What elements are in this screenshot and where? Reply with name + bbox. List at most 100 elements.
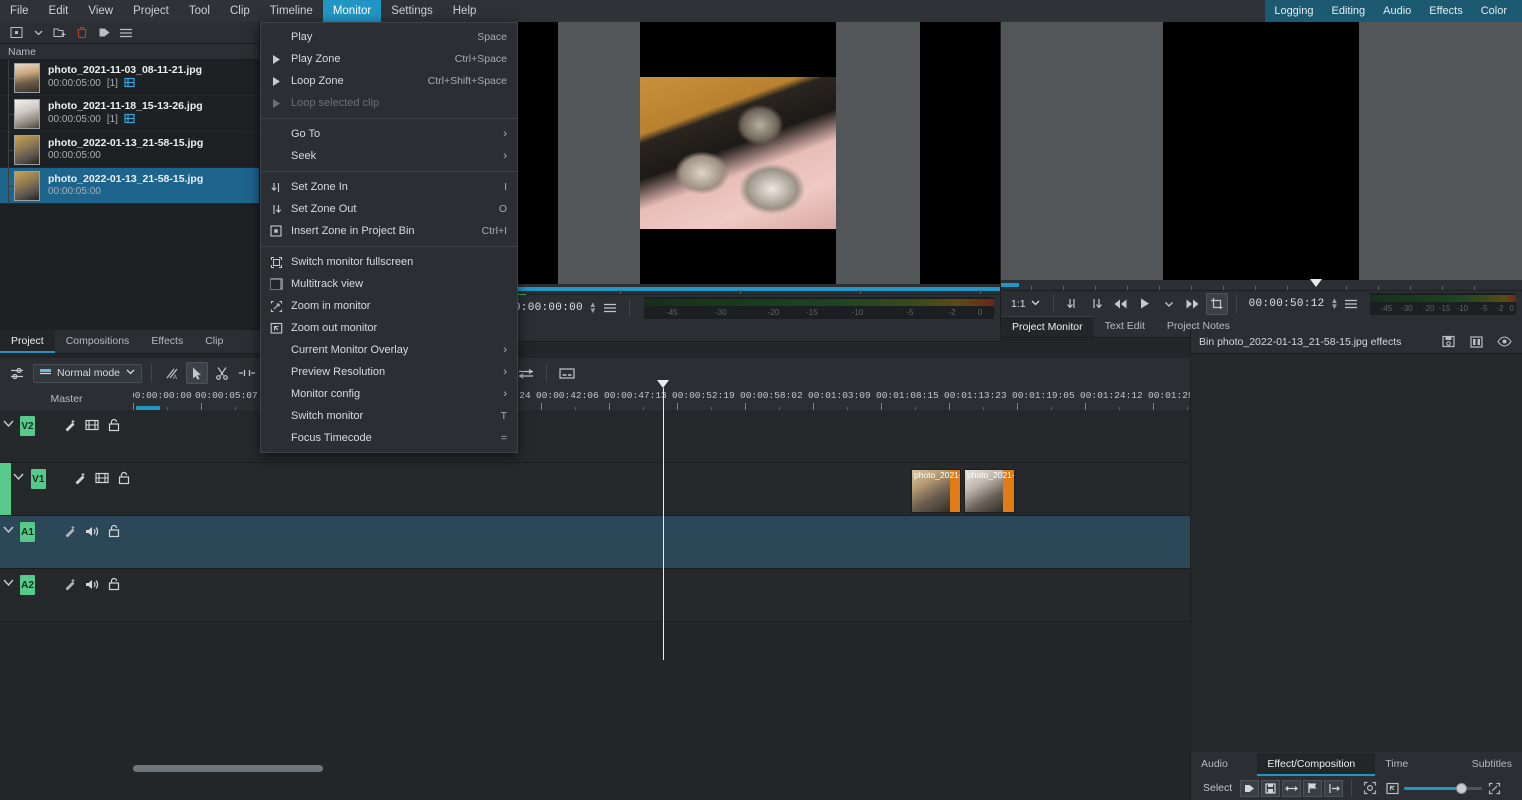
slider-knob[interactable]	[1455, 782, 1467, 794]
list-item[interactable]: photo_2021-11-03_08-11-21.jpg 00:00:05:0…	[0, 60, 259, 96]
timeline-track[interactable]: V1 photo_2021- photo_2021-	[0, 463, 1190, 516]
tab-project-monitor[interactable]: Project Monitor	[1001, 316, 1094, 337]
monitor-playhead[interactable]	[1310, 279, 1322, 287]
expand-icon[interactable]	[1484, 779, 1504, 797]
flag-icon[interactable]	[1303, 779, 1323, 797]
timeline-playhead[interactable]	[657, 380, 669, 660]
effects-stack-body[interactable]	[1191, 354, 1522, 752]
tag-icon[interactable]	[1240, 779, 1260, 797]
menu-icon[interactable]	[116, 24, 136, 42]
menu-item-multitrack-view[interactable]: Multitrack view	[261, 273, 517, 295]
rewind-icon[interactable]	[1110, 293, 1132, 315]
timeline-clip[interactable]: photo_2021-	[964, 469, 1015, 513]
tab-compositions[interactable]: Compositions	[55, 330, 141, 353]
timecode-stepper[interactable]: ▲ ▼	[1331, 297, 1339, 311]
lock-icon[interactable]	[115, 469, 133, 487]
menu-item-set-zone-in[interactable]: Set Zone In I	[261, 176, 517, 198]
video-icon[interactable]	[83, 416, 101, 434]
effect-icon[interactable]	[61, 522, 79, 540]
chevron-down-icon[interactable]	[1030, 297, 1041, 311]
project-monitor-scrubber[interactable]	[1001, 279, 1522, 290]
razor-all-icon[interactable]: A	[161, 362, 183, 384]
subtitle-icon[interactable]	[556, 362, 578, 384]
effect-icon[interactable]	[72, 469, 90, 487]
menu-item-play[interactable]: Play Space	[261, 26, 517, 48]
list-item[interactable]: photo_2021-11-18_15-13-26.jpg 00:00:05:0…	[0, 96, 259, 132]
menu-item-set-zone-out[interactable]: Set Zone Out O	[261, 198, 517, 220]
tab-effects[interactable]: Effects	[140, 330, 194, 353]
playhead-handle[interactable]	[657, 380, 669, 388]
project-monitor-canvas[interactable]	[1001, 22, 1522, 280]
razor-tool-icon[interactable]	[211, 362, 233, 384]
menu-file[interactable]: File	[0, 0, 39, 22]
tab-audio-mixer[interactable]: Audio Mixer	[1191, 753, 1257, 793]
timeline-track[interactable]: A1	[0, 516, 1190, 569]
chevron-down-icon[interactable]	[1158, 293, 1180, 315]
menu-item-monitor-config[interactable]: Monitor config ›	[261, 383, 517, 405]
play-icon[interactable]	[1134, 293, 1156, 315]
mix-icon[interactable]	[515, 362, 537, 384]
tab-text-edit[interactable]: Text Edit	[1094, 316, 1156, 337]
timecode-stepper[interactable]: ▲ ▼	[589, 301, 597, 315]
menu-clip[interactable]: Clip	[220, 0, 260, 22]
workspace-tab-audio[interactable]: Audio	[1374, 0, 1420, 22]
audio-icon[interactable]	[83, 575, 101, 593]
list-item[interactable]: photo_2022-01-13_21-58-15.jpg 00:00:05:0…	[0, 168, 259, 204]
effect-icon[interactable]	[61, 416, 79, 434]
workspace-tab-editing[interactable]: Editing	[1322, 0, 1374, 22]
bin-file-list[interactable]: photo_2021-11-03_08-11-21.jpg 00:00:05:0…	[0, 60, 259, 330]
timeline-track[interactable]: A2	[0, 569, 1190, 622]
track-header-v1[interactable]: V1	[0, 463, 133, 515]
timeline-empty-area[interactable]	[0, 622, 1190, 782]
tab-subtitles[interactable]: Subtitles	[1462, 753, 1522, 776]
chevron-down-icon[interactable]	[125, 366, 136, 380]
menu-item-zoom-out-monitor[interactable]: Zoom out monitor	[261, 317, 517, 339]
spacer-tool-icon[interactable]	[236, 362, 258, 384]
save-icon[interactable]	[1261, 779, 1281, 797]
menu-item-switch-monitor-fullscreen[interactable]: Switch monitor fullscreen	[261, 251, 517, 273]
track-lane-a2[interactable]	[133, 569, 1190, 621]
zoom-ratio-display[interactable]: 1:1	[1007, 297, 1045, 311]
menu-edit[interactable]: Edit	[39, 0, 79, 22]
tab-time-remapping[interactable]: Time Remapping	[1375, 753, 1461, 793]
menu-item-preview-resolution[interactable]: Preview Resolution ›	[261, 361, 517, 383]
snap-icon[interactable]	[1324, 779, 1344, 797]
menu-item-focus-timecode[interactable]: Focus Timecode =	[261, 427, 517, 449]
menu-icon[interactable]	[599, 297, 621, 319]
track-header-a1[interactable]: A1	[0, 516, 133, 568]
timeline-track[interactable]: V2	[0, 410, 1190, 463]
select-label[interactable]: Select	[1197, 782, 1238, 794]
menu-item-seek[interactable]: Seek ›	[261, 145, 517, 167]
chevron-down-icon[interactable]	[28, 24, 48, 42]
menu-item-play-zone[interactable]: Play Zone Ctrl+Space	[261, 48, 517, 70]
menu-item-switch-monitor[interactable]: Switch monitor T	[261, 405, 517, 427]
video-icon[interactable]	[93, 469, 111, 487]
audio-icon[interactable]	[83, 522, 101, 540]
effect-icon[interactable]	[61, 575, 79, 593]
timeline-mode-select[interactable]: Normal mode	[33, 363, 143, 383]
fit-icon[interactable]	[1360, 779, 1380, 797]
workspace-tab-effects[interactable]: Effects	[1420, 0, 1471, 22]
menu-tool[interactable]: Tool	[179, 0, 220, 22]
tab-project-bin[interactable]: Project Bin	[0, 330, 55, 370]
project-monitor-timecode[interactable]: 00:00:50:12	[1245, 298, 1329, 310]
track-lane-a1[interactable]	[133, 516, 1190, 568]
split-compare-icon[interactable]	[1466, 333, 1486, 351]
menu-timeline[interactable]: Timeline	[260, 0, 323, 22]
forward-icon[interactable]	[1182, 293, 1204, 315]
toggle-visibility-icon[interactable]	[1494, 333, 1514, 351]
zoom-slider[interactable]	[1404, 781, 1483, 795]
timeline-clip[interactable]: photo_2021-	[911, 469, 961, 513]
new-folder-icon[interactable]	[50, 24, 70, 42]
zone-in-icon[interactable]	[1062, 293, 1084, 315]
add-clip-icon[interactable]	[6, 24, 26, 42]
chevron-down-icon[interactable]	[0, 522, 16, 537]
tab-clip-properties[interactable]: Clip Properties	[194, 330, 264, 370]
select-tool-icon[interactable]	[186, 362, 209, 384]
track-header-a2[interactable]: A2	[0, 569, 133, 621]
menu-settings[interactable]: Settings	[381, 0, 443, 22]
tag-icon[interactable]	[94, 24, 114, 42]
menu-view[interactable]: View	[78, 0, 123, 22]
multitrack-view-checkbox[interactable]	[270, 278, 281, 290]
settings-sliders-icon[interactable]	[6, 362, 28, 384]
